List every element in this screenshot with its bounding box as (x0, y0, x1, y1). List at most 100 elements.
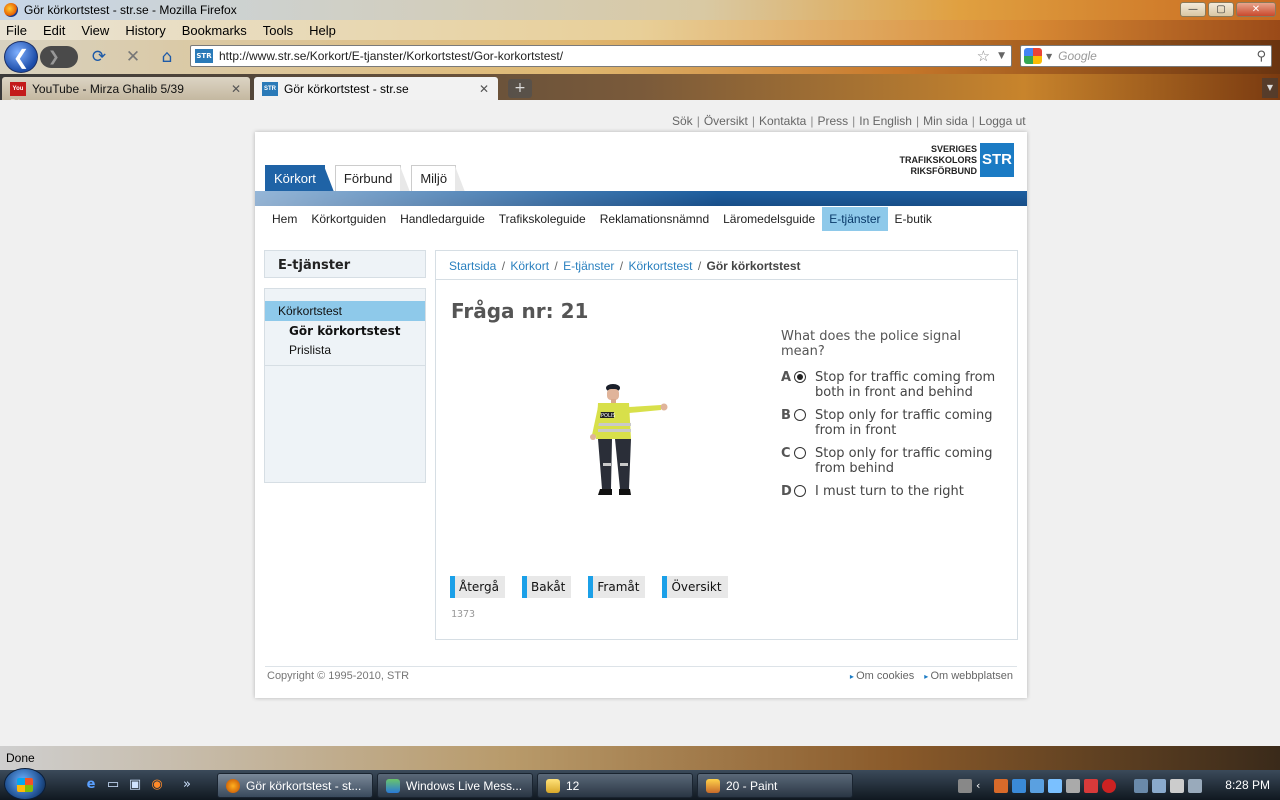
show-desktop-icon[interactable]: ▭ (104, 776, 122, 794)
subnav-korkortguiden[interactable]: Körkortguiden (304, 207, 393, 231)
network-tray-icon[interactable] (1012, 778, 1026, 793)
internet-explorer-icon[interactable]: e (82, 776, 100, 794)
back-button[interactable]: ❮ (4, 41, 38, 73)
link-press[interactable]: Press (817, 114, 848, 128)
vest-badge: POLIS (601, 413, 615, 419)
forward-button[interactable]: ❯ (40, 46, 78, 68)
link-logga-ut[interactable]: Logga ut (979, 114, 1026, 128)
device-tray-icon[interactable] (1066, 778, 1080, 793)
power-icon[interactable] (1188, 778, 1202, 793)
menu-edit[interactable]: Edit (43, 23, 65, 38)
url-text[interactable]: http://www.str.se/Korkort/E-tjanster/Kor… (219, 49, 977, 63)
task-firefox[interactable]: Gör körkortstest - st... (217, 773, 373, 798)
site-identity-icon[interactable]: STR (195, 49, 213, 63)
switch-windows-icon[interactable]: ▣ (126, 776, 144, 794)
breadcrumb-e-tjanster[interactable]: E-tjänster (563, 259, 614, 273)
task-messenger[interactable]: Windows Live Mess... (377, 773, 533, 798)
answer-radio-b[interactable] (794, 409, 806, 421)
bookmark-star-icon[interactable]: ☆ (977, 47, 990, 65)
volume-icon[interactable] (1170, 778, 1184, 793)
str-logo[interactable]: SVERIGES TRAFIKSKOLORS RIKSFÖRBUND STR (900, 143, 1014, 177)
answer-option-c[interactable]: C Stop only for traffic coming from behi… (781, 446, 1011, 476)
answer-radio-a[interactable] (794, 371, 806, 383)
engine-dropdown-icon[interactable]: ▼ (1046, 52, 1052, 61)
paint-task-icon (706, 778, 720, 793)
breadcrumb-startsida[interactable]: Startsida (449, 259, 496, 273)
messenger-tray-icon[interactable] (1030, 778, 1044, 793)
tray-expand-icon[interactable]: ‹ (976, 779, 990, 793)
framat-button[interactable]: Framåt (588, 576, 646, 598)
google-engine-icon[interactable] (1024, 48, 1042, 64)
link-in-english[interactable]: In English (859, 114, 912, 128)
answer-radio-c[interactable] (794, 447, 806, 459)
home-icon[interactable]: ⌂ (156, 46, 178, 68)
subnav-hem[interactable]: Hem (265, 207, 304, 231)
tab-miljo[interactable]: Miljö (411, 165, 465, 192)
url-dropdown-icon[interactable]: ▼ (998, 51, 1005, 61)
sidebar-item-korkortstest[interactable]: Körkortstest (265, 301, 425, 321)
link-om-webbplatsen[interactable]: Om webbplatsen (924, 670, 1013, 682)
breadcrumb-korkortstest[interactable]: Körkortstest (628, 259, 692, 273)
maximize-button[interactable]: ▢ (1208, 2, 1234, 17)
tab-label: Gör körkortstest - str.se (284, 81, 409, 96)
atergå-button[interactable]: Återgå (450, 576, 505, 598)
tab-youtube[interactable]: You Tube YouTube - Mirza Ghalib 5/39 ✕ (2, 77, 250, 106)
address-bar[interactable]: STR http://www.str.se/Korkort/E-tjanster… (190, 45, 1012, 67)
menu-view[interactable]: View (81, 23, 109, 38)
quicklaunch-more-icon[interactable]: » (178, 776, 196, 794)
search-icon[interactable]: ⚲ (1256, 49, 1266, 64)
task-paint[interactable]: 20 - Paint (697, 773, 853, 798)
reload-icon[interactable]: ⟳ (88, 46, 110, 68)
oversikt-button[interactable]: Översikt (662, 576, 728, 598)
alert-tray-icon[interactable] (1102, 778, 1116, 793)
answer-radio-d[interactable] (794, 485, 806, 497)
start-button[interactable] (4, 768, 46, 800)
keyboard-icon[interactable] (958, 778, 972, 793)
update-tray-icon[interactable] (1048, 778, 1062, 793)
system-clock[interactable]: 8:28 PM (1225, 778, 1270, 792)
minimize-button[interactable]: — (1180, 2, 1206, 17)
app-tray-icon[interactable] (994, 778, 1008, 793)
sidebar-item-gor-korkortstest[interactable]: Gör körkortstest (265, 324, 425, 338)
task-folder-12[interactable]: 12 (537, 773, 693, 798)
tab-list-button[interactable]: ▼ (1262, 78, 1278, 98)
search-input[interactable]: Google (1058, 49, 1256, 63)
link-kontakta[interactable]: Kontakta (759, 114, 806, 128)
answer-option-a[interactable]: A Stop for traffic coming from both in f… (781, 370, 1011, 400)
subnav-e-tjanster[interactable]: E-tjänster (822, 207, 888, 231)
link-min-sida[interactable]: Min sida (923, 114, 968, 128)
new-tab-button[interactable]: + (508, 79, 532, 98)
subnav-e-butik[interactable]: E-butik (888, 207, 939, 231)
subnav-laromedelsguide[interactable]: Läromedelsguide (716, 207, 822, 231)
folder-task-icon (546, 778, 560, 793)
menu-file[interactable]: File (6, 23, 27, 38)
link-oversikt[interactable]: Översikt (704, 114, 748, 128)
search-bar[interactable]: ▼ Google ⚲ (1020, 45, 1272, 67)
tab-close-icon[interactable]: ✕ (476, 82, 492, 96)
answer-option-d[interactable]: D I must turn to the right (781, 484, 1011, 499)
link-sok[interactable]: Sök (672, 114, 693, 128)
link-om-cookies[interactable]: Om cookies (850, 670, 914, 682)
menu-history[interactable]: History (125, 23, 165, 38)
menu-bookmarks[interactable]: Bookmarks (182, 23, 247, 38)
menu-help[interactable]: Help (309, 23, 336, 38)
subnav-handledarguide[interactable]: Handledarguide (393, 207, 492, 231)
close-window-button[interactable]: ✕ (1236, 2, 1276, 17)
subnav-reklamationsnamnd[interactable]: Reklamationsnämnd (593, 207, 716, 231)
answer-option-b[interactable]: B Stop only for traffic coming from in f… (781, 408, 1011, 438)
tab-close-icon[interactable]: ✕ (228, 82, 244, 96)
stop-icon[interactable]: ✕ (122, 46, 144, 68)
sidebar-divider (265, 365, 425, 366)
tab-forbund[interactable]: Förbund (334, 165, 411, 192)
tab-str[interactable]: STR Gör körkortstest - str.se ✕ (254, 77, 498, 100)
network-icon[interactable] (1152, 778, 1166, 793)
security-tray-icon[interactable] (1084, 778, 1098, 793)
bakat-button[interactable]: Bakåt (522, 576, 572, 598)
menu-tools[interactable]: Tools (263, 23, 293, 38)
battery-icon[interactable] (1134, 778, 1148, 793)
subnav-trafikskoleguide[interactable]: Trafikskoleguide (492, 207, 593, 231)
firefox-quicklaunch-icon[interactable]: ◉ (148, 776, 166, 794)
tab-korkort[interactable]: Körkort (265, 165, 334, 192)
sidebar-item-prislista[interactable]: Prislista (265, 343, 425, 357)
breadcrumb-korkort[interactable]: Körkort (510, 259, 549, 273)
